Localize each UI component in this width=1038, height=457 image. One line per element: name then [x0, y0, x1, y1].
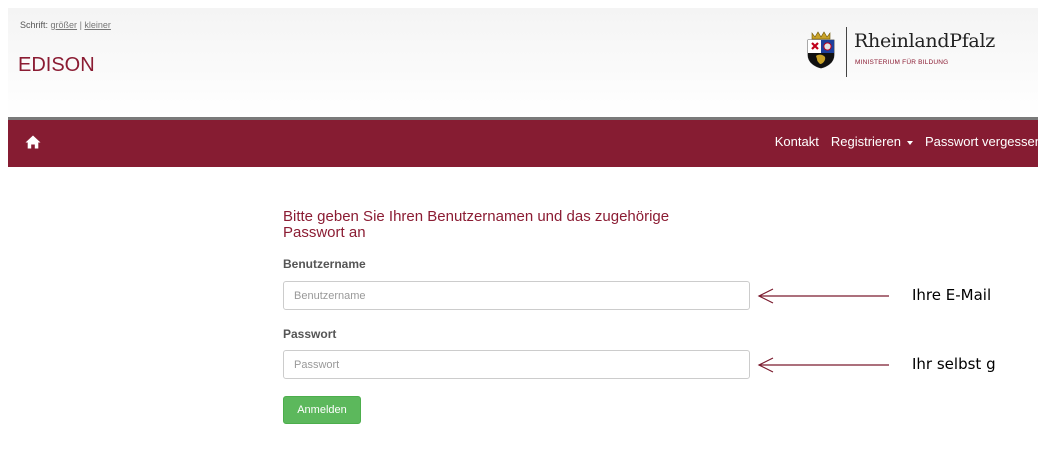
site-header: Schrift: größer | kleiner EDISON Rheinla	[8, 8, 1038, 116]
password-annotation-arrow-icon	[757, 357, 889, 373]
font-size-label: Schrift:	[20, 20, 49, 30]
ministry-name: MINISTERIUM FÜR BILDUNG	[855, 59, 949, 66]
username-annotation-arrow-icon	[757, 288, 889, 304]
font-size-separator: |	[79, 20, 82, 30]
login-button[interactable]: Anmelden	[283, 396, 361, 424]
ministry-logo[interactable]: RheinlandPfalz MINISTERIUM FÜR BILDUNG	[804, 27, 1004, 77]
password-label: Passwort	[283, 327, 337, 341]
font-smaller-link[interactable]: kleiner	[84, 20, 111, 30]
app-title: EDISON	[18, 54, 95, 76]
state-name: RheinlandPfalz	[854, 30, 995, 52]
page: Schrift: größer | kleiner EDISON Rheinla	[0, 0, 1038, 457]
nav-forgot-password-link[interactable]: Passwort vergessen	[925, 134, 1038, 149]
main-navbar: Kontakt Registrieren Passwort vergessen	[8, 117, 1038, 167]
nav-links: Kontakt Registrieren Passwort vergessen	[775, 134, 1038, 149]
login-heading-line1: Bitte geben Sie Ihren Benutzernamen und …	[283, 208, 670, 225]
login-heading-line2: Passwort an	[283, 224, 366, 241]
username-annotation: Ihre E-Mail	[912, 286, 992, 304]
password-input[interactable]	[283, 350, 750, 379]
password-annotation: Ihr selbst g	[912, 355, 996, 373]
nav-contact-link[interactable]: Kontakt	[775, 134, 819, 149]
chevron-down-icon	[906, 140, 913, 145]
username-label: Benutzername	[283, 257, 366, 271]
home-icon[interactable]	[25, 134, 41, 150]
font-larger-link[interactable]: größer	[51, 20, 78, 30]
login-heading: Bitte geben Sie Ihren Benutzernamen und …	[283, 209, 763, 241]
logo-divider	[846, 27, 847, 77]
font-size-controls: Schrift: größer | kleiner	[20, 20, 111, 30]
nav-register-label: Registrieren	[830, 134, 901, 149]
username-input[interactable]	[283, 281, 750, 310]
nav-register-dropdown[interactable]: Registrieren	[831, 134, 913, 149]
coat-of-arms-icon	[807, 31, 835, 69]
